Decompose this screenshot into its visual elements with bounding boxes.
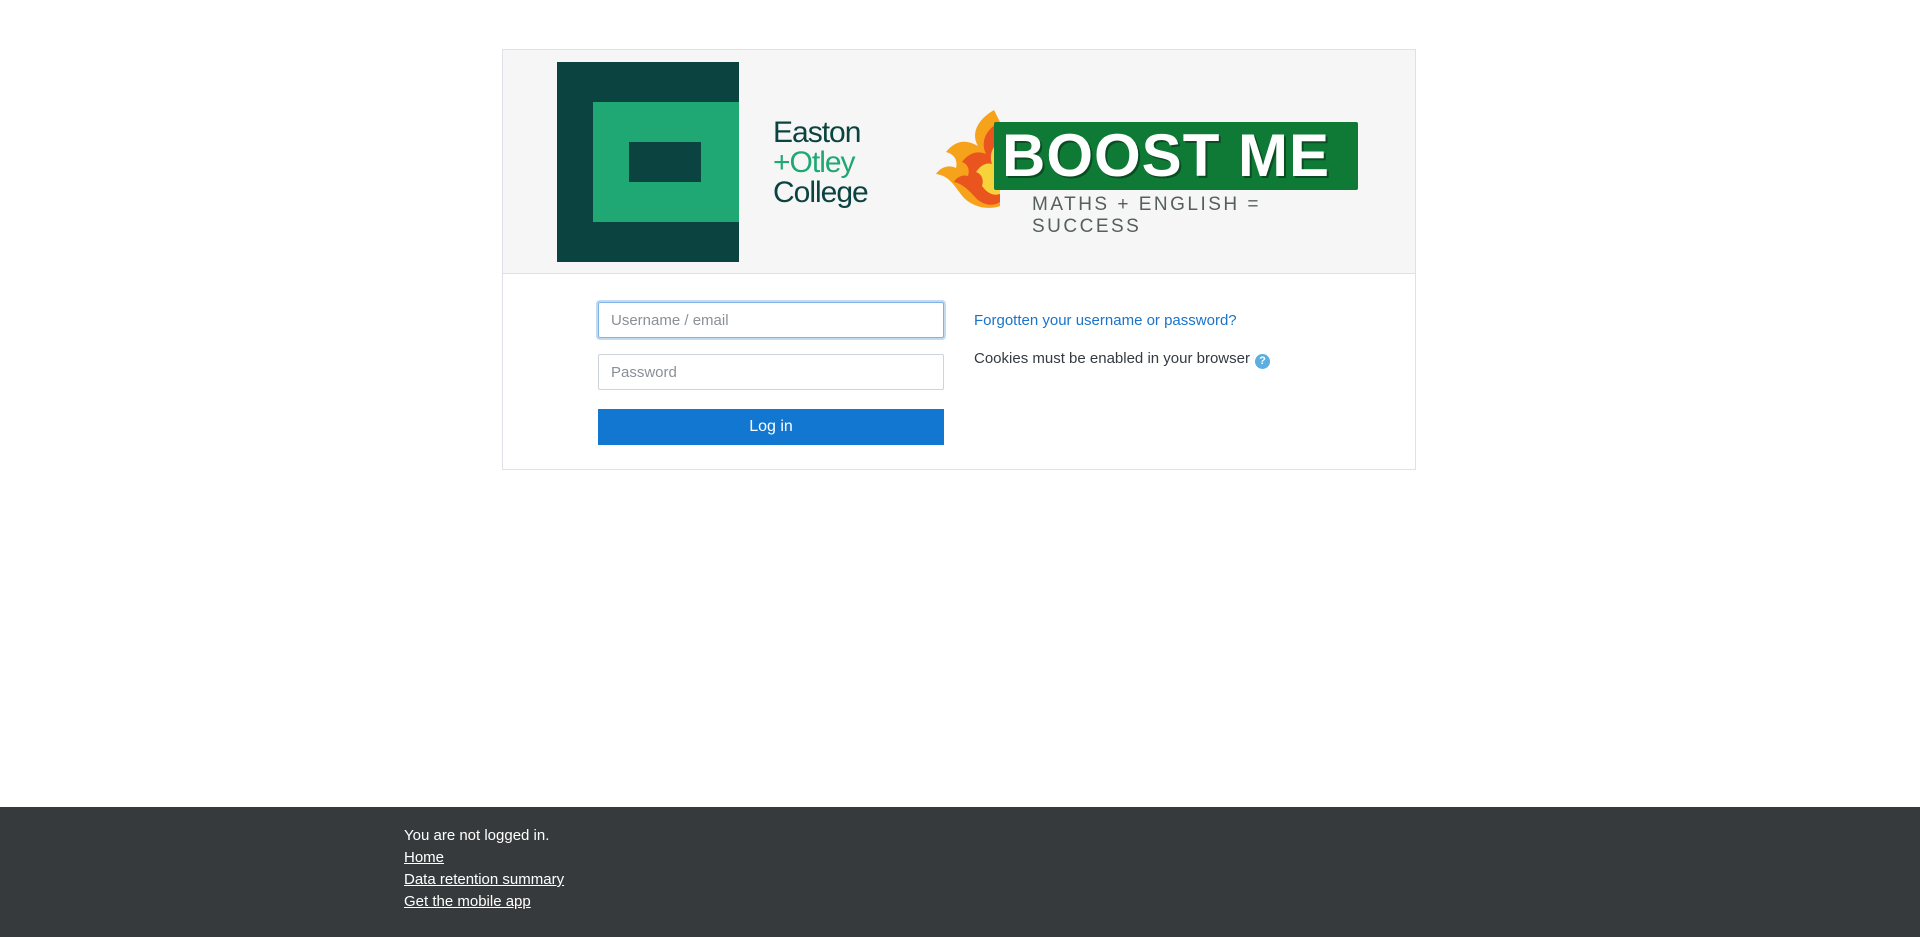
login-card: Easton +Otley College BOOST ME MATHS + E… — [502, 49, 1416, 470]
logo-area: Easton +Otley College BOOST ME MATHS + E… — [557, 62, 1358, 262]
question-circle-icon[interactable]: ? — [1255, 354, 1270, 369]
password-input[interactable] — [598, 354, 944, 390]
boost-me-title: BOOST ME — [1002, 122, 1331, 189]
login-page: Easton +Otley College BOOST ME MATHS + E… — [0, 0, 1920, 937]
college-logo-mark — [557, 62, 739, 262]
login-header: Easton +Otley College BOOST ME MATHS + E… — [503, 50, 1415, 274]
login-status: You are not logged in. — [404, 827, 550, 844]
college-name-line2: +Otley — [773, 146, 856, 179]
footer-link-mobile-app[interactable]: Get the mobile app — [404, 891, 564, 913]
footer-link-home[interactable]: Home — [404, 847, 564, 869]
login-form: Log in Forgotten your username or passwo… — [503, 274, 1415, 469]
college-logo-inner — [629, 142, 701, 182]
cookies-notice: Cookies must be enabled in your browser — [974, 350, 1250, 367]
forgot-password-link[interactable]: Forgotten your username or password? — [974, 312, 1237, 329]
college-name-line1: Easton — [773, 116, 861, 149]
boost-me-subtitle: MATHS + ENGLISH = SUCCESS — [1032, 194, 1262, 237]
login-button[interactable]: Log in — [598, 409, 944, 445]
college-name-line3: College — [773, 176, 869, 209]
page-footer: You are not logged in. Home Data retenti… — [0, 807, 1920, 937]
boost-me-logo: BOOST ME MATHS + ENGLISH = SUCCESS — [934, 102, 1358, 237]
college-logo-text: Easton +Otley College — [773, 118, 913, 208]
footer-content: You are not logged in. Home Data retenti… — [404, 825, 564, 913]
footer-link-data-retention[interactable]: Data retention summary — [404, 869, 564, 891]
username-input[interactable] — [598, 302, 944, 338]
